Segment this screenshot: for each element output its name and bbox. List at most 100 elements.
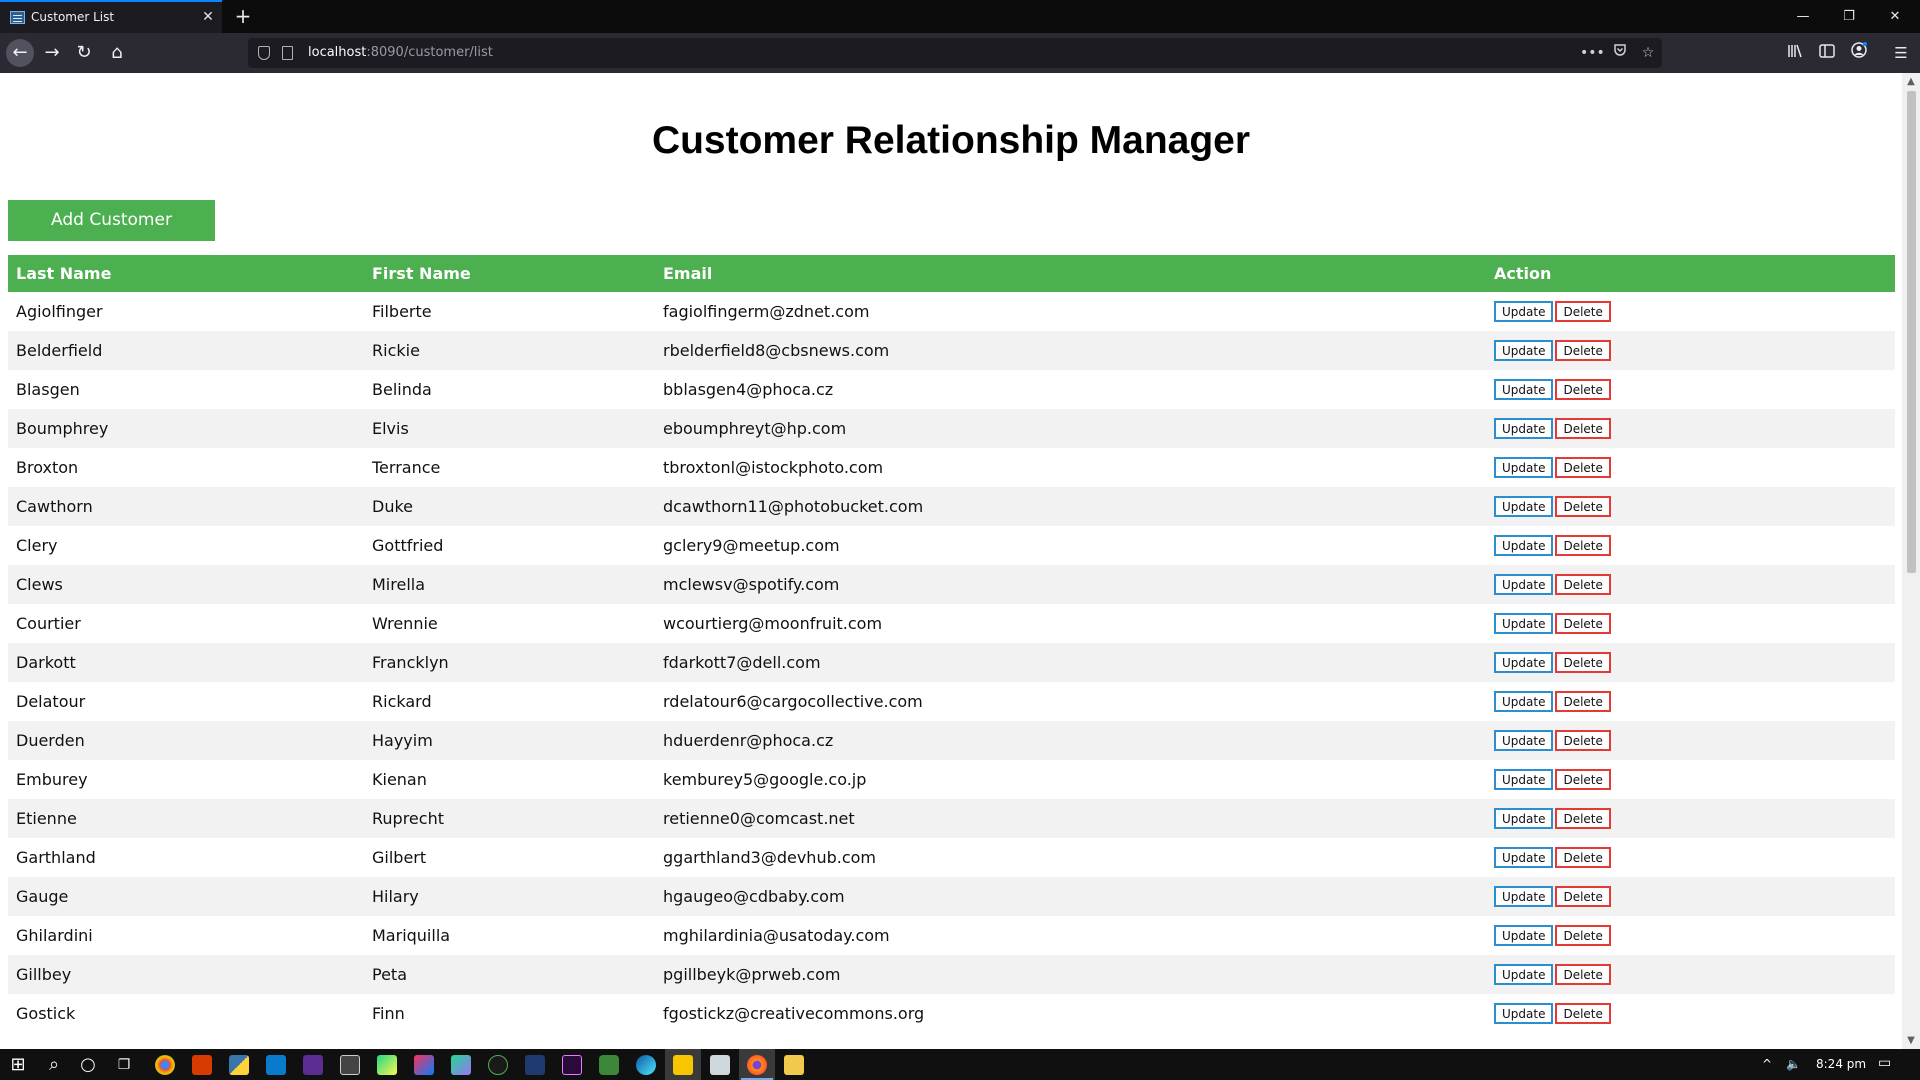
update-button[interactable]: Update — [1494, 769, 1554, 790]
mysql-workbench-app-icon[interactable] — [525, 1055, 545, 1075]
pycharm-app-icon[interactable] — [377, 1055, 397, 1075]
sticky-notes-app-icon[interactable] — [673, 1055, 693, 1075]
tray-overflow-chevron-icon[interactable]: ^ — [1762, 1057, 1772, 1071]
delete-button[interactable]: Delete — [1555, 1003, 1611, 1024]
cell-email: rdelatour6@cargocollective.com — [663, 692, 923, 711]
page-favicon-icon — [10, 11, 25, 24]
update-button[interactable]: Update — [1494, 613, 1554, 634]
update-button[interactable]: Update — [1494, 301, 1554, 322]
library-icon[interactable] — [1784, 42, 1806, 64]
task-view-icon[interactable]: ❐ — [112, 1053, 136, 1077]
browser-tab-customer-list[interactable]: Customer List ✕ — [0, 0, 222, 33]
add-customer-button[interactable]: Add Customer — [8, 200, 215, 241]
page-scrollbar[interactable]: ▲ ▼ — [1902, 73, 1920, 1049]
site-info-page-icon[interactable] — [282, 46, 293, 60]
delete-button[interactable]: Delete — [1555, 730, 1611, 751]
firefox-app-icon[interactable] — [747, 1055, 767, 1075]
update-button[interactable]: Update — [1494, 574, 1554, 595]
delete-button[interactable]: Delete — [1555, 613, 1611, 634]
home-button[interactable]: ⌂ — [103, 39, 131, 67]
vscode-app-icon[interactable] — [266, 1055, 286, 1075]
update-button[interactable]: Update — [1494, 340, 1554, 361]
minimize-window-button[interactable]: — — [1780, 0, 1826, 33]
update-button[interactable]: Update — [1494, 418, 1554, 439]
delete-button[interactable]: Delete — [1555, 379, 1611, 400]
sidebar-toggle-icon[interactable] — [1816, 42, 1838, 64]
update-button[interactable]: Update — [1494, 925, 1554, 946]
cell-action: Update Delete — [1486, 799, 1895, 838]
volume-icon[interactable]: 🔈 — [1786, 1057, 1801, 1071]
page-actions-more-icon[interactable]: ••• — [1580, 43, 1605, 63]
delete-button[interactable]: Delete — [1555, 496, 1611, 517]
update-button[interactable]: Update — [1494, 886, 1554, 907]
cell-email: eboumphreyt@hp.com — [663, 419, 847, 438]
scroll-down-arrow-icon[interactable]: ▼ — [1902, 1032, 1920, 1049]
delete-button[interactable]: Delete — [1555, 535, 1611, 556]
address-bar[interactable]: localhost:8090/customer/list ••• ☆ — [248, 38, 1662, 68]
update-button[interactable]: Update — [1494, 964, 1554, 985]
cell-email: hduerdenr@phoca.cz — [663, 731, 834, 750]
delete-button[interactable]: Delete — [1555, 574, 1611, 595]
cell-first-name: Rickard — [372, 692, 432, 711]
intellij-app-icon[interactable] — [414, 1055, 434, 1075]
delete-button[interactable]: Delete — [1555, 925, 1611, 946]
file-explorer-app-icon[interactable] — [784, 1055, 804, 1075]
update-button[interactable]: Update — [1494, 1003, 1554, 1024]
windows-start-icon[interactable]: ⊞ — [6, 1053, 30, 1077]
node-app-icon[interactable] — [599, 1055, 619, 1075]
bookmark-star-icon[interactable]: ☆ — [1638, 43, 1658, 63]
update-button[interactable]: Update — [1494, 730, 1554, 751]
git-app-icon[interactable] — [340, 1055, 360, 1075]
terminal-app-icon[interactable] — [488, 1055, 508, 1075]
delete-button[interactable]: Delete — [1555, 691, 1611, 712]
update-button[interactable]: Update — [1494, 535, 1554, 556]
premiere-app-icon[interactable] — [562, 1055, 582, 1075]
account-icon[interactable] — [1848, 42, 1870, 64]
delete-button[interactable]: Delete — [1555, 808, 1611, 829]
table-row: Darkott Francklyn fdarkott7@dell.com Update… — [8, 643, 1895, 682]
update-button[interactable]: Update — [1494, 808, 1554, 829]
cell-first-name: Elvis — [372, 419, 409, 438]
taskbar-clock[interactable]: 8:24 pm — [1816, 1057, 1866, 1071]
new-tab-button[interactable]: + — [232, 5, 254, 27]
notifications-icon[interactable]: ▭ — [1878, 1055, 1891, 1071]
forward-button[interactable]: → — [38, 39, 66, 67]
update-button[interactable]: Update — [1494, 379, 1554, 400]
delete-button[interactable]: Delete — [1555, 652, 1611, 673]
pocket-save-icon[interactable] — [1610, 43, 1630, 63]
search-icon[interactable]: ⌕ — [42, 1053, 66, 1077]
notepad-app-icon[interactable] — [710, 1055, 730, 1075]
update-button[interactable]: Update — [1494, 691, 1554, 712]
update-button[interactable]: Update — [1494, 496, 1554, 517]
back-button[interactable]: ← — [6, 39, 34, 67]
update-button[interactable]: Update — [1494, 652, 1554, 673]
office-app-icon[interactable] — [192, 1055, 212, 1075]
delete-button[interactable]: Delete — [1555, 769, 1611, 790]
delete-button[interactable]: Delete — [1555, 886, 1611, 907]
scrollbar-thumb[interactable] — [1907, 91, 1916, 573]
cell-email: ggarthland3@devhub.com — [663, 848, 876, 867]
cell-last-name: Cawthorn — [16, 497, 93, 516]
delete-button[interactable]: Delete — [1555, 964, 1611, 985]
update-button[interactable]: Update — [1494, 457, 1554, 478]
close-tab-icon[interactable]: ✕ — [200, 9, 216, 25]
tracking-protection-shield-icon[interactable] — [258, 46, 270, 60]
restore-window-button[interactable]: ❐ — [1826, 0, 1872, 33]
update-button[interactable]: Update — [1494, 847, 1554, 868]
close-window-button[interactable]: ✕ — [1872, 0, 1918, 33]
datagrip-app-icon[interactable] — [451, 1055, 471, 1075]
url-text[interactable]: localhost:8090/customer/list — [308, 45, 493, 60]
delete-button[interactable]: Delete — [1555, 301, 1611, 322]
delete-button[interactable]: Delete — [1555, 457, 1611, 478]
cortana-icon[interactable]: ○ — [76, 1053, 100, 1077]
python-app-icon[interactable] — [229, 1055, 249, 1075]
delete-button[interactable]: Delete — [1555, 847, 1611, 868]
chrome-app-icon[interactable] — [155, 1055, 175, 1075]
edge-app-icon[interactable] — [636, 1055, 656, 1075]
reload-button[interactable]: ↻ — [70, 39, 98, 67]
hamburger-menu-icon[interactable]: ☰ — [1890, 42, 1912, 64]
delete-button[interactable]: Delete — [1555, 418, 1611, 439]
delete-button[interactable]: Delete — [1555, 340, 1611, 361]
visual-studio-app-icon[interactable] — [303, 1055, 323, 1075]
scroll-up-arrow-icon[interactable]: ▲ — [1902, 73, 1920, 90]
